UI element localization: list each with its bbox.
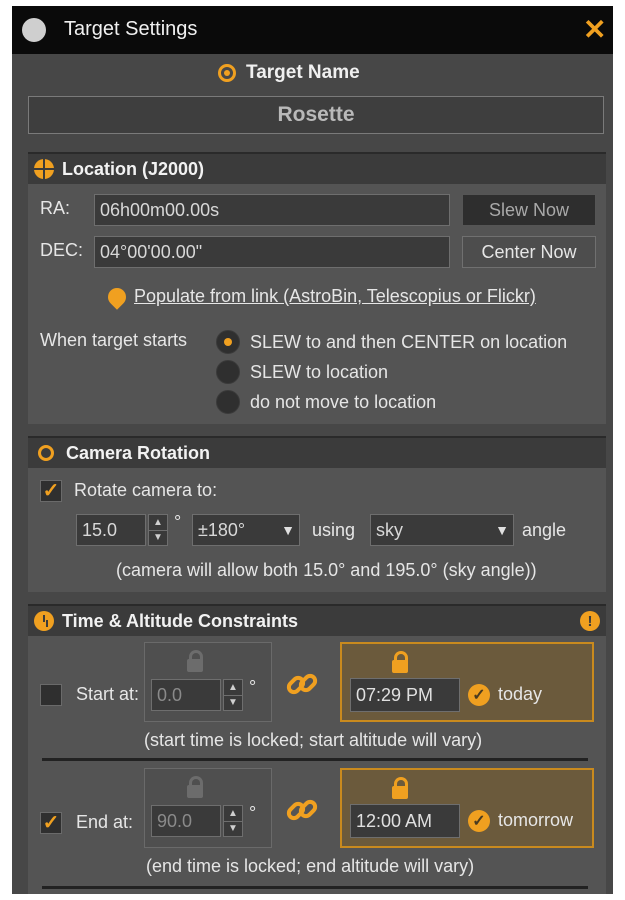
- unlock-icon[interactable]: [187, 650, 203, 672]
- target-settings-window: Target Settings ✕ Target Name Rosette Lo…: [12, 6, 613, 894]
- stepper-up-icon[interactable]: ▲: [224, 680, 242, 696]
- end-at-label: End at:: [76, 812, 134, 832]
- rotate-camera-label: Rotate camera to:: [74, 480, 218, 500]
- center-now-button[interactable]: Center Now: [462, 236, 596, 268]
- stepper-down-icon[interactable]: ▼: [149, 531, 167, 546]
- location-title: Location (J2000): [62, 158, 205, 179]
- end-altitude-stepper[interactable]: ▲ ▼: [223, 805, 243, 837]
- target-name-field[interactable]: Rosette: [28, 96, 604, 134]
- title-bar: Target Settings ✕: [12, 6, 613, 54]
- camera-rotation-header: Camera Rotation: [28, 436, 606, 468]
- stepper-down-icon[interactable]: ▼: [224, 822, 242, 837]
- angle-reference-value: sky: [376, 519, 403, 540]
- start-time-input[interactable]: 07:29 PM: [350, 678, 460, 712]
- populate-link-row: Populate from link (AstroBin, Telescopiu…: [104, 283, 536, 310]
- degree-symbol: °: [174, 512, 182, 532]
- tomorrow-check-icon[interactable]: ✓: [468, 810, 490, 832]
- link-chain-icon[interactable]: [284, 666, 320, 702]
- degree-symbol: °: [249, 677, 257, 697]
- end-note: (end time is locked; end altitude will v…: [146, 856, 475, 876]
- radio-do-not-move-label: do not move to location: [250, 392, 437, 412]
- location-header: Location (J2000): [28, 152, 606, 184]
- rotation-range-select[interactable]: ±180° ▼: [192, 514, 300, 546]
- radio-slew-and-center-label: SLEW to and then CENTER on location: [250, 332, 568, 352]
- rotation-icon: [38, 445, 54, 461]
- start-altitude-box: 0.0 ▲ ▼ °: [144, 642, 272, 722]
- target-name-heading: Target Name: [218, 62, 360, 84]
- degree-symbol: °: [249, 803, 257, 823]
- end-altitude-input[interactable]: 90.0: [151, 805, 221, 837]
- link-chain-icon[interactable]: [284, 792, 320, 828]
- lock-icon[interactable]: [392, 651, 408, 673]
- today-check-icon[interactable]: ✓: [468, 684, 490, 706]
- ra-label: RA:: [40, 198, 71, 218]
- target-icon: [218, 64, 236, 82]
- constraints-header: Time & Altitude Constraints !: [28, 604, 606, 636]
- app-logo-icon: [22, 18, 46, 42]
- location-section: Location (J2000) RA: 06h00m00.00s Slew N…: [28, 152, 606, 424]
- stepper-up-icon[interactable]: ▲: [224, 806, 242, 822]
- dropdown-arrow-icon: ▼: [495, 522, 509, 538]
- dropdown-arrow-icon: ▼: [281, 522, 295, 538]
- globe-icon: [34, 159, 54, 179]
- end-time-input[interactable]: 12:00 AM: [350, 804, 460, 838]
- start-note: (start time is locked; start altitude wi…: [144, 730, 483, 750]
- constraints-title: Time & Altitude Constraints: [62, 610, 299, 631]
- lock-icon[interactable]: [392, 777, 408, 799]
- dec-input[interactable]: 04°00'00.00": [94, 236, 450, 268]
- start-day-label: today: [498, 684, 543, 704]
- rotation-angle-stepper[interactable]: ▲ ▼: [148, 514, 168, 546]
- start-altitude-input[interactable]: 0.0: [151, 679, 221, 711]
- slew-now-button[interactable]: Slew Now: [462, 194, 596, 226]
- dec-label: DEC:: [40, 240, 84, 260]
- close-icon[interactable]: ✕: [583, 13, 606, 46]
- rotation-angle-input[interactable]: 15.0: [76, 514, 146, 546]
- map-pin-icon: [104, 283, 130, 310]
- constraints-section: Time & Altitude Constraints ! Start at: …: [28, 604, 606, 894]
- window-title: Target Settings: [64, 18, 198, 40]
- camera-rotation-section: Camera Rotation ✓ Rotate camera to: 15.0…: [28, 436, 606, 592]
- radio-slew-only-label: SLEW to location: [250, 362, 389, 382]
- when-target-starts-label: When target starts: [40, 330, 188, 350]
- stepper-down-icon[interactable]: ▼: [224, 696, 242, 711]
- radio-slew-only[interactable]: [216, 360, 240, 384]
- start-at-label: Start at:: [76, 684, 140, 704]
- rotation-note: (camera will allow both 15.0° and 195.0°…: [116, 560, 537, 580]
- populate-from-link[interactable]: Populate from link (AstroBin, Telescopiu…: [134, 286, 536, 307]
- warning-icon[interactable]: !: [580, 611, 600, 631]
- end-time-box: 12:00 AM ✓ tomorrow: [340, 768, 594, 848]
- angle-reference-select[interactable]: sky ▼: [370, 514, 514, 546]
- unlock-icon[interactable]: [187, 776, 203, 798]
- divider: [42, 758, 588, 761]
- end-altitude-box: 90.0 ▲ ▼ °: [144, 768, 272, 848]
- target-name-label: Target Name: [246, 62, 360, 83]
- using-label: using: [312, 520, 356, 540]
- camera-rotation-title: Camera Rotation: [66, 442, 211, 463]
- rotate-camera-checkbox[interactable]: ✓: [40, 480, 62, 502]
- start-at-checkbox[interactable]: [40, 684, 62, 706]
- clock-icon: [34, 611, 54, 631]
- end-at-checkbox[interactable]: ✓: [40, 812, 62, 834]
- ra-input[interactable]: 06h00m00.00s: [94, 194, 450, 226]
- end-day-label: tomorrow: [498, 810, 574, 830]
- angle-label: angle: [522, 520, 567, 540]
- radio-slew-and-center[interactable]: [216, 330, 240, 354]
- divider: [42, 886, 588, 889]
- start-time-box: 07:29 PM ✓ today: [340, 642, 594, 722]
- start-altitude-stepper[interactable]: ▲ ▼: [223, 679, 243, 711]
- rotation-range-value: ±180°: [198, 519, 246, 540]
- radio-do-not-move[interactable]: [216, 390, 240, 414]
- stepper-up-icon[interactable]: ▲: [149, 515, 167, 531]
